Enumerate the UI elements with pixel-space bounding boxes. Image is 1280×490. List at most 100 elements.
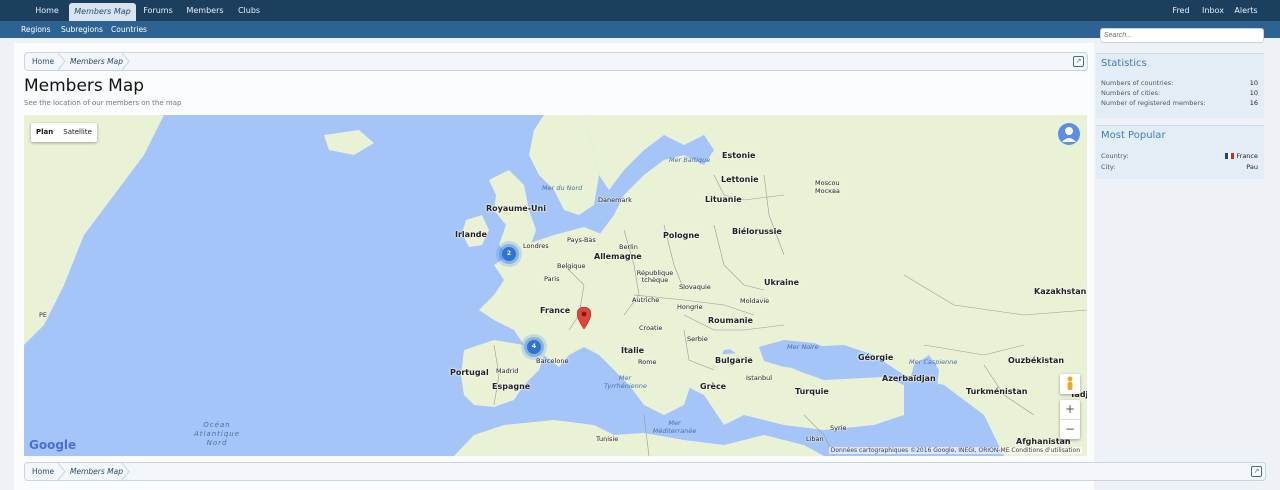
breadcrumb-home[interactable]: Home	[32, 463, 54, 480]
member-cluster-spain[interactable]: 4	[527, 340, 541, 354]
tab-clubs[interactable]: Clubs	[234, 0, 264, 21]
sub-navigation: Regions Subregions Countries	[0, 21, 1280, 38]
map-label-country: Biélorussie	[732, 227, 782, 236]
breadcrumb-separator	[121, 53, 130, 70]
map-label-country: Pologne	[663, 231, 700, 240]
breadcrumb: Home Members Map ↗	[24, 52, 1088, 71]
map-label-ocean: Océan Atlantique Nord	[193, 421, 241, 447]
map-label-country: Roumanie	[708, 316, 753, 325]
map-type-satellite[interactable]: Satellite	[58, 123, 97, 142]
map-type-toggle: Plan Satellite	[31, 123, 97, 142]
map-label-country: Portugal	[450, 368, 489, 377]
breadcrumb-bottom: Home Members Map ↗	[24, 462, 1266, 481]
map-label-sea: Mer Baltique	[669, 156, 711, 164]
user-menu[interactable]: Fred	[1166, 0, 1196, 21]
map-label-country: Géorgie	[858, 353, 894, 362]
breadcrumb-separator	[57, 53, 66, 70]
member-cluster-uk[interactable]: 2	[502, 247, 516, 261]
map-label-country: Lituanie	[705, 195, 742, 204]
map-label-city: Paris	[544, 275, 560, 283]
map-label-city: Moscou	[815, 179, 840, 187]
map-label-country: Pays-Bas	[567, 236, 596, 244]
zoom-out-button[interactable]: −	[1060, 420, 1080, 439]
map-label-country: Hongrie	[677, 303, 703, 311]
map-label-country: Liban	[806, 435, 824, 443]
map-label-country: Grèce	[700, 382, 727, 391]
map-label-city: Barcelone	[536, 357, 569, 365]
map-label-sea: Mer Méditerranée	[652, 419, 697, 435]
map-label-country: Slovaquie	[679, 283, 711, 291]
stat-row: Numbers of countries: 10	[1101, 79, 1258, 87]
map-label-country: Moldavie	[740, 297, 770, 305]
person-icon[interactable]	[1058, 123, 1080, 145]
top-navigation: Home Members Map Forums Members Clubs Fr…	[0, 0, 1280, 22]
map-label-country: Italie	[621, 346, 645, 355]
breadcrumb-home[interactable]: Home	[32, 53, 54, 70]
map-label-country: France	[540, 306, 571, 315]
map-label-fragment: PE	[39, 311, 48, 319]
sublink-countries[interactable]: Countries	[111, 21, 147, 38]
map-land-shapes	[24, 115, 1087, 456]
search-input[interactable]	[1100, 28, 1264, 43]
map-label-country: Espagne	[492, 382, 531, 391]
inbox-link[interactable]: Inbox	[1199, 0, 1227, 21]
alerts-link[interactable]: Alerts	[1231, 0, 1261, 21]
breadcrumb-separator	[57, 463, 66, 480]
map-label-country: Irlande	[455, 230, 487, 239]
map-label-country: Turquie	[795, 387, 829, 396]
tab-forums[interactable]: Forums	[140, 0, 176, 21]
most-popular-panel: Most Popular Country: France City: Pau	[1096, 125, 1264, 179]
map-label-country: Turkménistan	[966, 387, 1028, 396]
map-label-sea: Mer Caspienne	[909, 358, 958, 366]
sublink-regions[interactable]: Regions	[21, 21, 51, 38]
map-label-country: Ukraine	[764, 278, 800, 287]
map-label-sea: Mer Noire	[787, 343, 819, 351]
map-label-city: Rome	[638, 358, 657, 366]
breadcrumb-members-map[interactable]: Members Map	[70, 463, 123, 480]
map-label-city: Москва	[815, 187, 840, 195]
map-label-country: Allemagne	[594, 252, 642, 261]
google-logo: Google	[29, 438, 77, 452]
map-label-country: Bulgarie	[715, 356, 753, 365]
map-pin-icon[interactable]	[577, 307, 591, 329]
zoom-controls: + −	[1060, 400, 1080, 439]
pegman-icon[interactable]	[1060, 374, 1080, 394]
popular-country-value: France	[1225, 152, 1258, 160]
statistics-panel: Statistics Numbers of countries: 10 Numbe…	[1096, 53, 1264, 118]
map-label-country: Serbie	[687, 335, 708, 343]
map-label-country: République tchèque	[636, 269, 674, 284]
zoom-in-button[interactable]: +	[1060, 400, 1080, 420]
most-popular-title: Most Popular	[1101, 130, 1166, 141]
france-flag-icon	[1225, 153, 1235, 159]
page-description: See the location of our members on the m…	[24, 99, 182, 107]
map-type-plan[interactable]: Plan	[31, 123, 58, 142]
statistics-title: Statistics	[1101, 58, 1147, 69]
map-copyright[interactable]: Données cartographiques ©2016 Google, IN…	[828, 447, 1082, 454]
external-link-icon[interactable]: ↗	[1251, 466, 1262, 477]
tab-home[interactable]: Home	[30, 0, 64, 21]
breadcrumb-members-map[interactable]: Members Map	[70, 53, 123, 70]
popular-row: City: Pau	[1101, 163, 1258, 171]
map-label-country: Danemark	[598, 196, 632, 204]
map-label-country: Kazakhstan	[1034, 287, 1087, 296]
map-label-country: Syrie	[830, 424, 847, 432]
map-label-country: Lettonie	[721, 175, 759, 184]
sublink-subregions[interactable]: Subregions	[61, 21, 103, 38]
stat-row: Number of registered members: 16	[1101, 99, 1258, 107]
map-label-city: Berlin	[619, 243, 638, 251]
map-label-city: Istanbul	[746, 374, 773, 382]
map-label-sea: Mer Tyrrhénienne	[604, 374, 647, 390]
members-map[interactable]: Plan Satellite Estonie Lettonie Lituanie …	[24, 115, 1087, 456]
map-label-country: Estonie	[722, 151, 756, 160]
map-label-country: Azerbaïdjan	[882, 374, 936, 383]
map-label-city: Madrid	[496, 367, 519, 375]
breadcrumb-separator	[121, 463, 130, 480]
external-link-icon[interactable]: ↗	[1073, 56, 1084, 67]
map-label-city: Londres	[523, 242, 549, 250]
tab-members-map[interactable]: Members Map	[69, 3, 136, 21]
tab-members[interactable]: Members	[184, 0, 226, 21]
map-label-country: Croatie	[639, 324, 663, 332]
page-title: Members Map	[24, 76, 145, 96]
map-label-country: Royaume-Uni	[486, 204, 546, 213]
map-label-country: Autriche	[632, 296, 660, 304]
